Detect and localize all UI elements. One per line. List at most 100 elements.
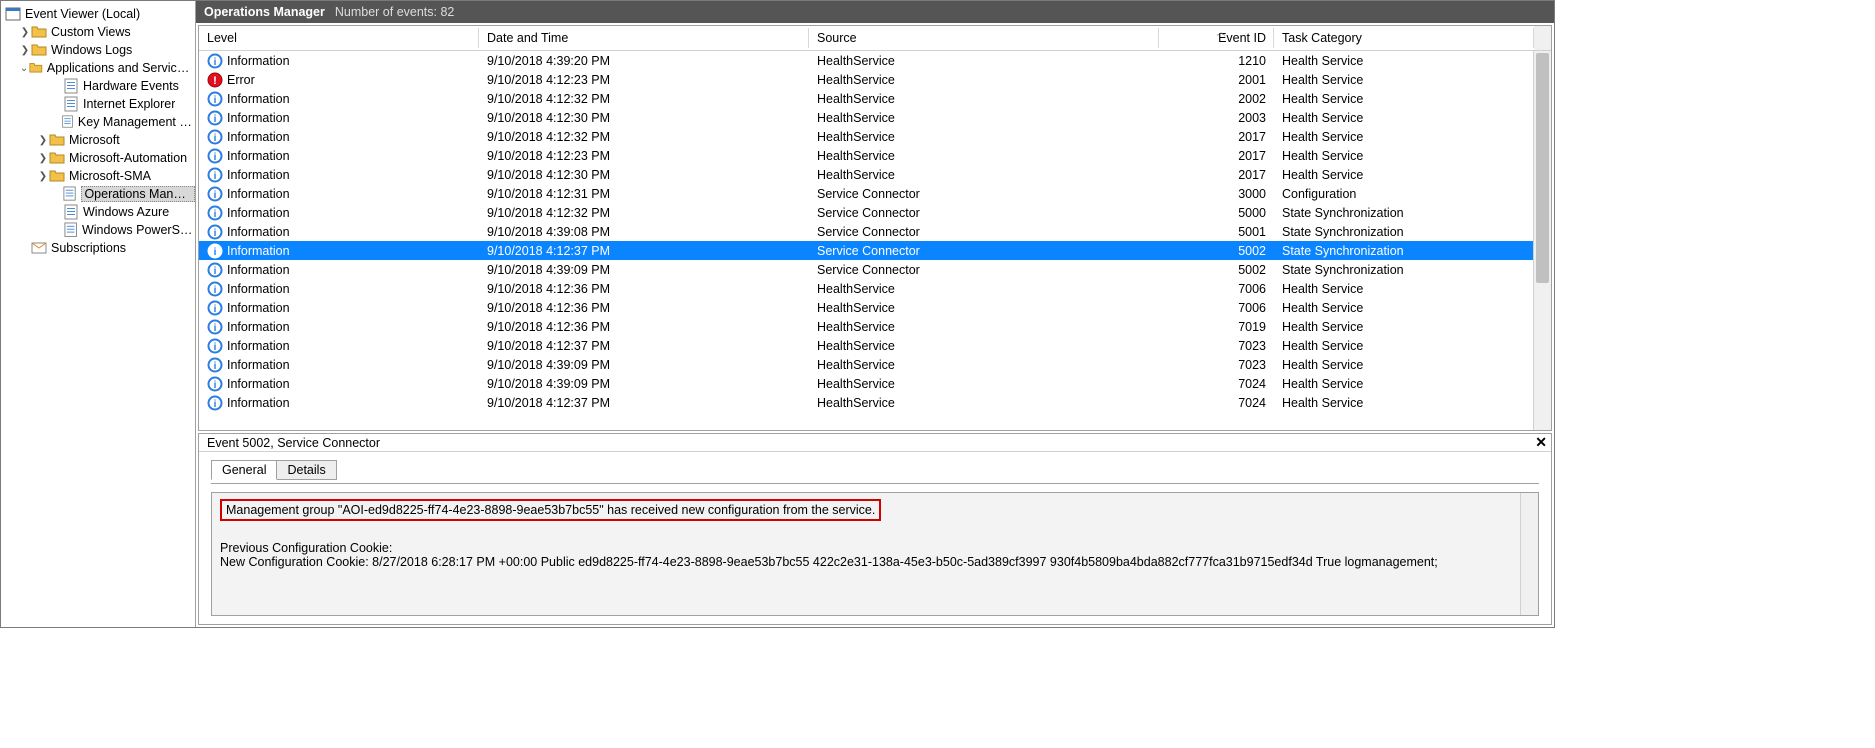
cell-source: HealthService bbox=[809, 149, 1159, 163]
cell-task: Health Service bbox=[1274, 149, 1534, 163]
tab-general[interactable]: General bbox=[211, 460, 277, 480]
tree-item-label: Windows Azure bbox=[83, 205, 169, 219]
tree-item[interactable]: ❯Microsoft-Automation bbox=[1, 149, 195, 167]
cell-event-id: 5002 bbox=[1159, 244, 1274, 258]
tree-twisty-icon[interactable]: ❯ bbox=[19, 27, 31, 38]
event-row[interactable]: iInformation9/10/2018 4:12:36 PMHealthSe… bbox=[199, 317, 1551, 336]
svg-text:i: i bbox=[214, 190, 217, 201]
event-row[interactable]: iInformation9/10/2018 4:12:36 PMHealthSe… bbox=[199, 298, 1551, 317]
cell-task: Health Service bbox=[1274, 111, 1534, 125]
tree-root-label: Event Viewer (Local) bbox=[25, 7, 140, 21]
svg-text:i: i bbox=[214, 323, 217, 334]
column-headers[interactable]: Level Date and Time Source ︿ Event ID Ta… bbox=[199, 26, 1551, 51]
col-level[interactable]: Level bbox=[199, 26, 479, 50]
event-row[interactable]: iInformation9/10/2018 4:12:23 PMHealthSe… bbox=[199, 146, 1551, 165]
tree-item[interactable]: Operations Manager bbox=[1, 185, 195, 203]
new-cookie-line: New Configuration Cookie: 8/27/2018 6:28… bbox=[220, 555, 1438, 569]
tree-twisty-icon[interactable]: ❯ bbox=[37, 153, 49, 164]
event-row[interactable]: iInformation9/10/2018 4:12:30 PMHealthSe… bbox=[199, 165, 1551, 184]
event-row[interactable]: iInformation9/10/2018 4:39:09 PMService … bbox=[199, 260, 1551, 279]
cell-source: HealthService bbox=[809, 377, 1159, 391]
cell-task: Health Service bbox=[1274, 396, 1534, 410]
folder-icon bbox=[31, 24, 47, 40]
cell-event-id: 7006 bbox=[1159, 301, 1274, 315]
event-row[interactable]: iInformation9/10/2018 4:12:32 PMService … bbox=[199, 203, 1551, 222]
svg-text:i: i bbox=[214, 285, 217, 296]
col-date[interactable]: Date and Time bbox=[479, 26, 809, 50]
tree-twisty-icon[interactable]: ❯ bbox=[19, 45, 31, 56]
event-grid: Level Date and Time Source ︿ Event ID Ta… bbox=[198, 25, 1552, 431]
svg-text:i: i bbox=[214, 380, 217, 391]
tree-item[interactable]: Internet Explorer bbox=[1, 95, 195, 113]
event-row[interactable]: iInformation9/10/2018 4:12:32 PMHealthSe… bbox=[199, 89, 1551, 108]
cell-level: iInformation bbox=[199, 376, 479, 392]
cell-source: HealthService bbox=[809, 282, 1159, 296]
event-row[interactable]: iInformation9/10/2018 4:12:37 PMService … bbox=[199, 241, 1551, 260]
tree-twisty-icon[interactable]: ❯ bbox=[37, 135, 49, 146]
svg-text:i: i bbox=[214, 247, 217, 258]
event-row[interactable]: iInformation9/10/2018 4:39:20 PMHealthSe… bbox=[199, 51, 1551, 70]
event-rows[interactable]: iInformation9/10/2018 4:39:20 PMHealthSe… bbox=[199, 51, 1551, 430]
event-row[interactable]: iInformation9/10/2018 4:12:30 PMHealthSe… bbox=[199, 108, 1551, 127]
cell-date: 9/10/2018 4:12:32 PM bbox=[479, 130, 809, 144]
tree-item[interactable]: ❯Windows Logs bbox=[1, 41, 195, 59]
cell-task: Health Service bbox=[1274, 54, 1534, 68]
event-row[interactable]: iInformation9/10/2018 4:12:37 PMHealthSe… bbox=[199, 393, 1551, 412]
cell-date: 9/10/2018 4:12:37 PM bbox=[479, 339, 809, 353]
tree-item[interactable]: Windows PowerShell bbox=[1, 221, 195, 239]
detail-scrollbar[interactable] bbox=[1520, 493, 1538, 615]
folder-icon bbox=[49, 150, 65, 166]
cell-source: Service Connector bbox=[809, 225, 1159, 239]
sub-icon bbox=[31, 240, 47, 256]
cell-task: Health Service bbox=[1274, 358, 1534, 372]
close-icon[interactable]: ✕ bbox=[1535, 434, 1547, 451]
cell-task: State Synchronization bbox=[1274, 263, 1534, 277]
event-row[interactable]: iInformation9/10/2018 4:12:32 PMHealthSe… bbox=[199, 127, 1551, 146]
svg-text:i: i bbox=[214, 152, 217, 163]
tree-item[interactable]: ❯Microsoft-SMA bbox=[1, 167, 195, 185]
col-task-category[interactable]: Task Category bbox=[1274, 26, 1534, 50]
tab-details[interactable]: Details bbox=[276, 460, 336, 480]
log-icon bbox=[61, 114, 74, 130]
cell-task: Health Service bbox=[1274, 377, 1534, 391]
scrollbar-thumb[interactable] bbox=[1536, 53, 1549, 283]
cell-date: 9/10/2018 4:39:09 PM bbox=[479, 358, 809, 372]
svg-text:i: i bbox=[214, 57, 217, 68]
tree-twisty-icon[interactable]: ⌄ bbox=[19, 63, 29, 74]
event-row[interactable]: iInformation9/10/2018 4:39:09 PMHealthSe… bbox=[199, 374, 1551, 393]
event-row[interactable]: iInformation9/10/2018 4:39:08 PMService … bbox=[199, 222, 1551, 241]
vertical-scrollbar[interactable] bbox=[1533, 51, 1551, 430]
navigation-tree[interactable]: Event Viewer (Local) ❯Custom Views❯Windo… bbox=[1, 1, 196, 627]
svg-text:i: i bbox=[214, 209, 217, 220]
cell-task: Health Service bbox=[1274, 301, 1534, 315]
event-description: Management group "AOI-ed9d8225-ff74-4e23… bbox=[211, 492, 1539, 616]
tree-item[interactable]: Hardware Events bbox=[1, 77, 195, 95]
col-event-id[interactable]: ︿ Event ID bbox=[1159, 26, 1274, 50]
event-row[interactable]: iInformation9/10/2018 4:12:37 PMHealthSe… bbox=[199, 336, 1551, 355]
event-row[interactable]: iInformation9/10/2018 4:39:09 PMHealthSe… bbox=[199, 355, 1551, 374]
cell-event-id: 2017 bbox=[1159, 149, 1274, 163]
tree-item[interactable]: Key Management Service bbox=[1, 113, 195, 131]
tree-root[interactable]: Event Viewer (Local) bbox=[1, 5, 195, 23]
col-source[interactable]: Source bbox=[809, 26, 1159, 50]
cell-level: iInformation bbox=[199, 110, 479, 126]
cell-task: Health Service bbox=[1274, 92, 1534, 106]
tree-item[interactable]: ❯Microsoft bbox=[1, 131, 195, 149]
tree-twisty-icon[interactable]: ❯ bbox=[37, 171, 49, 182]
event-row[interactable]: iInformation9/10/2018 4:12:36 PMHealthSe… bbox=[199, 279, 1551, 298]
tree-item[interactable]: Windows Azure bbox=[1, 203, 195, 221]
event-row[interactable]: !Error9/10/2018 4:12:23 PMHealthService2… bbox=[199, 70, 1551, 89]
tree-item-label: Operations Manager bbox=[81, 186, 195, 202]
log-title: Operations Manager bbox=[204, 5, 325, 19]
cell-date: 9/10/2018 4:12:32 PM bbox=[479, 92, 809, 106]
event-row[interactable]: iInformation9/10/2018 4:12:31 PMService … bbox=[199, 184, 1551, 203]
folder-icon bbox=[49, 132, 65, 148]
tree-item-label: Key Management Service bbox=[78, 115, 195, 129]
cell-task: Health Service bbox=[1274, 168, 1534, 182]
cell-source: HealthService bbox=[809, 92, 1159, 106]
tree-item[interactable]: ❯Custom Views bbox=[1, 23, 195, 41]
log-icon bbox=[63, 222, 78, 238]
detail-title: Event 5002, Service Connector bbox=[207, 436, 380, 450]
tree-item[interactable]: Subscriptions bbox=[1, 239, 195, 257]
tree-item[interactable]: ⌄Applications and Services Logs bbox=[1, 59, 195, 77]
